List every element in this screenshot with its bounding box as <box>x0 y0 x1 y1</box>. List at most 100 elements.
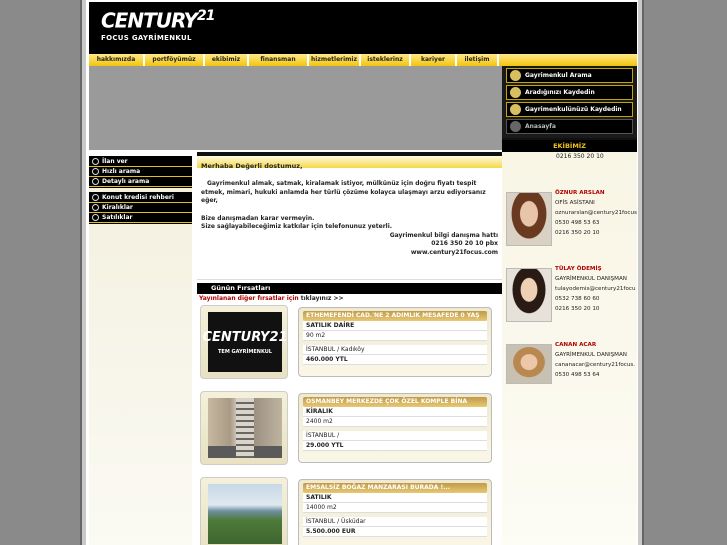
agent-photo[interactable] <box>506 268 552 322</box>
team-top-phone: 0216 350 20 10 <box>556 153 604 160</box>
nav-finansman[interactable]: finansman <box>249 54 309 66</box>
agent-details: ÖZNUR ARSLAN OFİS ASİSTANI oznurarslan@c… <box>555 188 637 238</box>
menu-label: Satılıklar <box>102 214 133 221</box>
agent-email[interactable]: oznurarslan@century21focus <box>555 208 637 218</box>
firsat-link-red: Yayınlanan diğer fırsatlar için <box>199 295 299 302</box>
listing-thumbnail-frame <box>200 477 288 545</box>
listing-price: 460.000 YTL <box>303 355 487 365</box>
nav-ekibimiz[interactable]: ekibimiz <box>205 54 249 66</box>
listing-type: SATILIK <box>303 493 487 503</box>
menu-konut-kredisi[interactable]: Konut kredisi rehberi <box>89 193 192 203</box>
thumb-logo-brand: CENTURY <box>202 329 270 345</box>
menu-label: Kiralıklar <box>102 204 133 211</box>
logo-number: 21 <box>197 8 216 24</box>
nav-kariyer[interactable]: kariyer <box>411 54 457 66</box>
nav-isteklerinz[interactable]: isteklerinz <box>361 54 411 66</box>
listing-title[interactable]: ETHEMEFENDİ CAD.'NE 2 ADIMLIK MESAFEDE 0… <box>303 311 487 321</box>
quick-label: Aradığınızı Kaydedin <box>525 89 595 96</box>
logo-subtitle: FOCUS GAYRİMENKUL <box>101 33 192 42</box>
quick-label: Anasayfa <box>525 123 556 130</box>
menu-hizli-arama[interactable]: Hızlı arama <box>89 167 192 177</box>
agent-details: TÜLAY ÖDEMİŞ GAYRİMENKUL DANIŞMAN tulayo… <box>555 264 636 314</box>
century21-logo[interactable]: CENTURY21 FOCUS GAYRİMENKUL <box>101 8 216 42</box>
signature-website[interactable]: www.century21focus.com <box>201 249 498 258</box>
nav-hakkimizda[interactable]: hakkımızda <box>89 54 145 66</box>
listing-price: 5.500.000 EUR <box>303 527 487 537</box>
quick-gayrimenkulunuzu-kaydedin[interactable]: Gayrimenkulünüzü Kaydedin <box>506 102 633 117</box>
listing-thumbnail-frame <box>200 391 288 465</box>
agent-role: GAYRİMENKUL DANIŞMAN <box>555 276 627 282</box>
signature-line: Gayrimenkul bilgi danışma hattı <box>389 231 498 239</box>
listing-thumbnail[interactable] <box>208 398 282 458</box>
agent-email[interactable]: cananacar@century21focus. <box>555 360 635 370</box>
welcome-body: Gayrimenkul almak, satmak, kiralamak ist… <box>197 168 502 280</box>
firsat-more-link[interactable]: Yayınlanan diğer fırsatlar için tıklayın… <box>197 293 502 304</box>
thumb-logo-number: 21 <box>269 329 288 345</box>
agent-phone: 0216 350 20 10 <box>555 230 600 236</box>
agent-photo[interactable] <box>506 192 552 246</box>
nav-hizmetlerimiz[interactable]: hizmetlerimiz <box>309 54 361 66</box>
agent-role: OFİS ASİSTANI <box>555 200 595 206</box>
home-icon <box>510 121 521 132</box>
left-menu-secondary: Konut kredisi rehberi Kiralıklar Satılık… <box>89 192 192 224</box>
listing-title[interactable]: EMSALSİZ BOĞAZ MANZARASI BURADA !... <box>303 483 487 493</box>
menu-satiliklar[interactable]: Satılıklar <box>89 213 192 223</box>
header: CENTURY21 FOCUS GAYRİMENKUL <box>89 2 637 54</box>
menu-detayli-arama[interactable]: Detaylı arama <box>89 177 192 187</box>
left-menu-primary: İlan ver Hızlı arama Detaylı arama <box>89 156 192 188</box>
listing-thumbnail-frame: CENTURY21 TEM GAYRİMENKUL <box>200 305 288 379</box>
agent-photo[interactable] <box>506 344 552 384</box>
arrow-icon <box>92 168 99 175</box>
arrow-icon <box>92 158 99 165</box>
agent-mobile: 0530 498 53 63 <box>555 220 600 226</box>
menu-ilan-ver[interactable]: İlan ver <box>89 157 192 167</box>
agent-email[interactable]: tulayodemis@century21focu <box>555 284 636 294</box>
listing-thumbnail[interactable] <box>208 484 282 544</box>
signature-phone: 0216 350 20 10 pbx <box>431 240 498 247</box>
listing-card[interactable]: OSMANBEY MERKEZDE ÇOK ÖZEL KOMPLE BİNA K… <box>197 390 502 474</box>
nav-filler <box>499 54 637 66</box>
listing-card[interactable]: CENTURY21 TEM GAYRİMENKUL ETHEMEFENDİ CA… <box>197 304 502 388</box>
agent-details: CANAN ACAR GAYRİMENKUL DANIŞMAN cananaca… <box>555 340 635 380</box>
agent-name[interactable]: CANAN ACAR <box>555 340 635 350</box>
agent-name[interactable]: ÖZNUR ARSLAN <box>555 188 637 198</box>
quick-label: Gayrimenkulünüzü Kaydedin <box>525 106 622 113</box>
left-column: İlan ver Hızlı arama Detaylı arama Konut… <box>89 156 192 545</box>
banner-area <box>89 66 502 150</box>
menu-kiraliklar[interactable]: Kiralıklar <box>89 203 192 213</box>
listing-type: SATILIK DAİRE <box>303 321 487 331</box>
listing-location: İSTANBUL / Kadıköy <box>303 345 487 355</box>
arrow-icon <box>92 214 99 221</box>
thumb-caption: TEM GAYRİMENKUL <box>218 348 272 355</box>
agent-card: CANAN ACAR GAYRİMENKUL DANIŞMAN cananaca… <box>502 340 637 416</box>
arrow-icon <box>92 178 99 185</box>
quick-anasayfa[interactable]: Anasayfa <box>506 119 633 134</box>
nav-iletisim[interactable]: iletişim <box>457 54 499 66</box>
listing-location: İSTANBUL / <box>303 431 487 441</box>
nav-portfoyumuz[interactable]: portföyümüz <box>145 54 205 66</box>
quick-aradiginizi-kaydedin[interactable]: Aradığınızı Kaydedin <box>506 85 633 100</box>
listing-info: OSMANBEY MERKEZDE ÇOK ÖZEL KOMPLE BİNA K… <box>298 393 492 463</box>
save-icon <box>510 87 521 98</box>
menu-label: İlan ver <box>102 158 128 165</box>
listing-thumbnail[interactable]: CENTURY21 TEM GAYRİMENKUL <box>202 312 288 372</box>
listing-info: ETHEMEFENDİ CAD.'NE 2 ADIMLIK MESAFEDE 0… <box>298 307 492 377</box>
team-column: EKİBİMİZ 0216 350 20 10 ÖZNUR ARSLAN OFİ… <box>502 140 637 545</box>
firsat-title-text: Günün Fırsatları <box>211 284 271 292</box>
listing-size: 90 m2 <box>303 331 487 341</box>
menu-label: Detaylı arama <box>102 178 150 185</box>
agent-card: ÖZNUR ARSLAN OFİS ASİSTANI oznurarslan@c… <box>502 188 637 264</box>
listing-title[interactable]: OSMANBEY MERKEZDE ÇOK ÖZEL KOMPLE BİNA <box>303 397 487 407</box>
listing-card[interactable]: EMSALSİZ BOĞAZ MANZARASI BURADA !... SAT… <box>197 476 502 545</box>
quick-gayrimenkul-arama[interactable]: Gayrimenkul Arama <box>506 68 633 83</box>
listing-price: 29.000 YTL <box>303 441 487 451</box>
welcome-paragraph: Bize danışmadan karar vermeyin. <box>201 214 315 222</box>
thumb-logo: CENTURY21 <box>202 330 287 345</box>
listing-info: EMSALSİZ BOĞAZ MANZARASI BURADA !... SAT… <box>298 479 492 545</box>
agent-card: TÜLAY ÖDEMİŞ GAYRİMENKUL DANIŞMAN tulayo… <box>502 264 637 340</box>
listing-location: İSTANBUL / Üsküdar <box>303 517 487 527</box>
agent-name[interactable]: TÜLAY ÖDEMİŞ <box>555 264 636 274</box>
search-icon <box>510 70 521 81</box>
firsat-link-rest: tıklayınız >> <box>298 295 344 302</box>
listing-type: KİRALIK <box>303 407 487 417</box>
